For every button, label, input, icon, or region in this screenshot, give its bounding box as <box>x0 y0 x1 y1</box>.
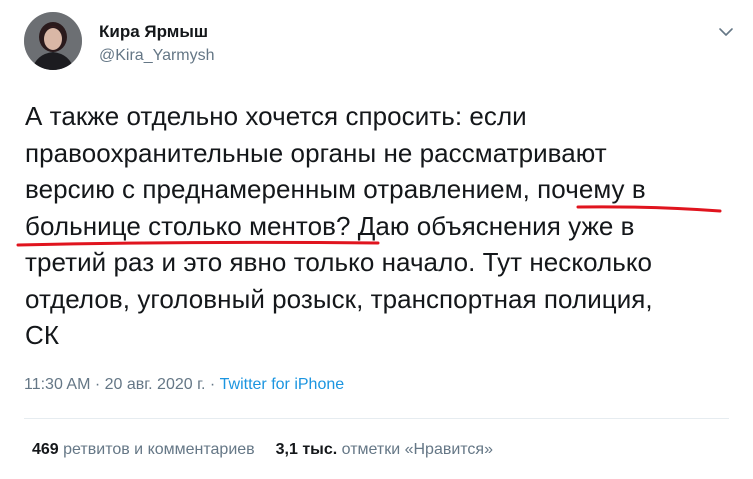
tweet-text: А также отдельно хочется спросить: если … <box>25 98 735 354</box>
tweet-date[interactable]: 20 авг. 2020 г. <box>105 376 206 393</box>
tweet-line: версию с преднамеренным отравлением, поч… <box>25 174 646 204</box>
tweet-line: больнице столько ментов? Даю объяснения … <box>25 210 635 241</box>
divider <box>24 418 729 419</box>
likes-count: 3,1 тыс. <box>275 441 338 458</box>
avatar[interactable] <box>24 12 82 70</box>
tweet-line: отделов, уголовный розыск, транспортная … <box>25 283 653 314</box>
tweet-source-link[interactable]: Twitter for iPhone <box>220 376 345 393</box>
tweet-stats: 469 ретвитов и комментариев 3,1 тыс. отме… <box>32 441 493 459</box>
retweets-count: 469 <box>32 441 59 458</box>
chevron-down-icon <box>719 28 733 36</box>
retweets-label: ретвитов и комментариев <box>63 441 255 458</box>
tweet-meta: 11:30 AM · 20 авг. 2020 г. · Twitter for… <box>24 376 344 394</box>
user-handle[interactable]: @Kira_Yarmysh <box>99 46 215 66</box>
tweet-line: А также отдельно хочется спросить: если <box>25 101 527 131</box>
author-block[interactable]: Кира Ярмыш @Kira_Yarmysh <box>99 22 215 66</box>
avatar-photo <box>24 12 82 70</box>
likes-stat[interactable]: 3,1 тыс. отметки «Нравится» <box>276 441 493 458</box>
tweet-line: третий раз и это явно только начало. Тут… <box>25 247 653 277</box>
likes-label: отметки «Нравится» <box>341 441 493 458</box>
display-name[interactable]: Кира Ярмыш <box>99 22 215 42</box>
meta-separator: · <box>90 376 105 393</box>
tweet-menu-button[interactable] <box>716 22 736 42</box>
tweet-time[interactable]: 11:30 AM <box>24 376 90 393</box>
tweet-line: правоохранительные органы не рассматрива… <box>25 137 607 168</box>
tweet-line: СК <box>25 320 60 350</box>
meta-separator: · <box>205 376 220 393</box>
retweets-stat[interactable]: 469 ретвитов и комментариев <box>32 441 255 458</box>
